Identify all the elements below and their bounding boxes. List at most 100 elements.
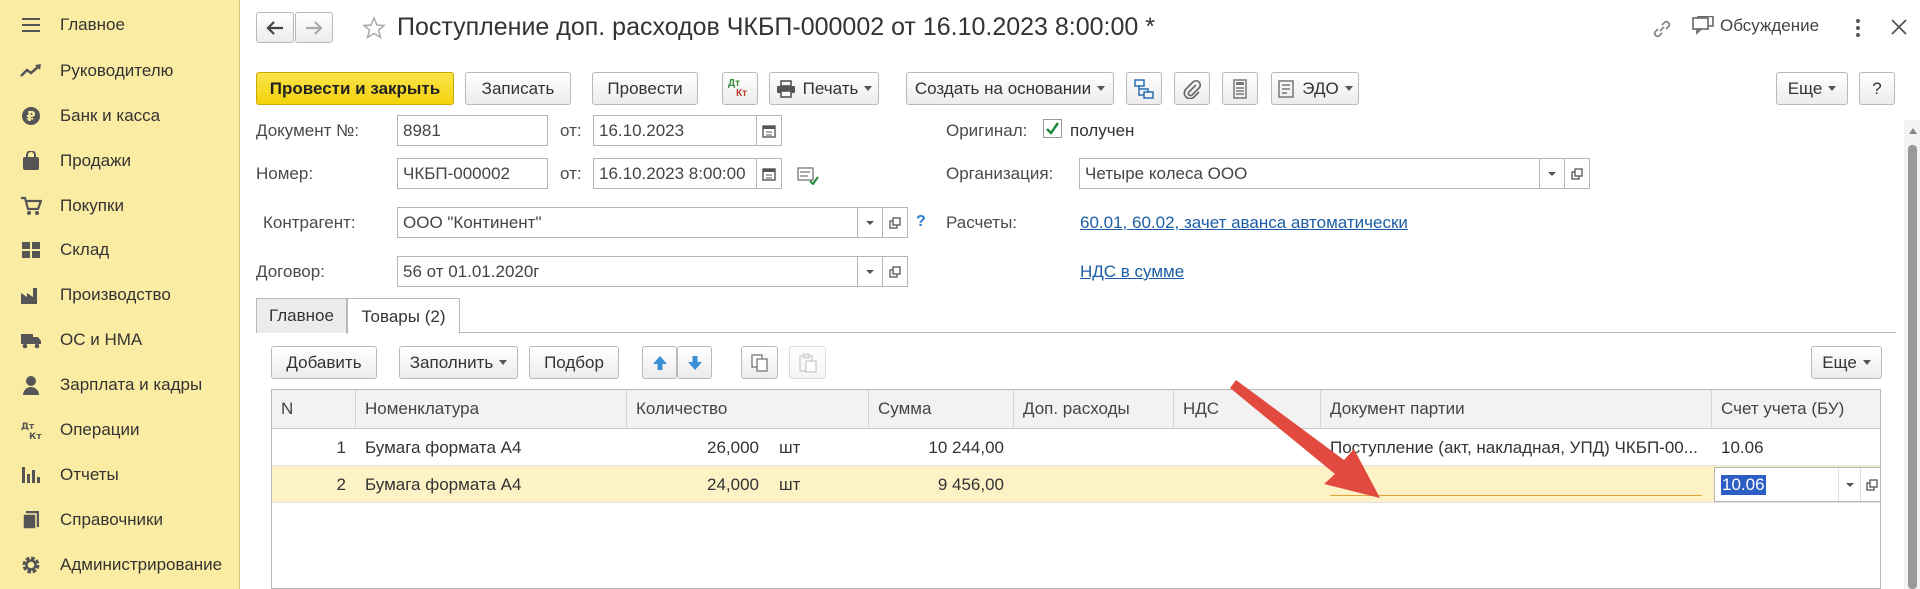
doc-date-field[interactable]: 16.10.2023 <box>593 115 757 146</box>
counterparty-dropdown-button[interactable] <box>857 207 883 238</box>
calendar-icon <box>762 124 776 138</box>
sidebar-item-purchases[interactable]: Покупки <box>0 183 240 228</box>
column-header-quantity[interactable]: Количество <box>627 390 869 429</box>
sidebar-item-label: Администрирование <box>60 554 223 574</box>
print-button[interactable]: Печать <box>769 72 879 105</box>
edo-icon <box>1278 79 1295 98</box>
scroll-up-arrow-icon[interactable] <box>1909 128 1917 134</box>
account-open-button[interactable] <box>1860 468 1880 501</box>
settlements-link[interactable]: 60.01, 60.02, зачет аванса автоматически <box>1080 213 1408 233</box>
paste-rows-button[interactable] <box>789 346 826 379</box>
sidebar-item-admin[interactable]: Администрирование <box>0 542 240 587</box>
post-button[interactable]: Провести <box>592 72 698 105</box>
table-more-button[interactable]: Еще <box>1811 346 1882 379</box>
row-account[interactable]: 10.06 <box>1721 429 1871 466</box>
vertical-scrollbar[interactable] <box>1904 120 1920 589</box>
sidebar-item-operations[interactable]: Дт Кт Операции <box>0 407 240 452</box>
table-row[interactable]: 1 Бумага формата А4 26,000 шт 10 244,00 … <box>272 429 1880 466</box>
sidebar-item-label: Отчеты <box>60 464 119 484</box>
copy-rows-button[interactable] <box>741 346 778 379</box>
sidebar-item-fixed-assets[interactable]: ОС и НМА <box>0 317 240 362</box>
row-extra-costs[interactable] <box>1014 466 1174 503</box>
tab-main[interactable]: Главное <box>256 298 347 333</box>
number-date-field[interactable]: 16.10.2023 8:00:00 <box>593 158 757 189</box>
contract-dropdown-button[interactable] <box>857 256 883 287</box>
organization-field[interactable]: Четыре колеса ООО <box>1079 158 1540 189</box>
structure-button[interactable] <box>1126 72 1162 105</box>
forward-button[interactable] <box>295 12 333 43</box>
post-and-close-button[interactable]: Провести и закрыть <box>256 72 454 105</box>
history-icon[interactable] <box>797 167 819 190</box>
sidebar-item-reports[interactable]: Отчеты <box>0 452 240 497</box>
row-unit[interactable]: шт <box>779 429 859 466</box>
attach-button[interactable] <box>1174 72 1210 105</box>
move-up-button[interactable] <box>642 346 677 379</box>
row-sum[interactable]: 9 456,00 <box>869 466 1004 503</box>
sidebar-item-production[interactable]: Производство <box>0 272 240 317</box>
calculator-button[interactable] <box>1222 72 1258 105</box>
row-sum[interactable]: 10 244,00 <box>869 429 1004 466</box>
table-row-selected[interactable]: 2 Бумага формата А4 24,000 шт 9 456,00 1… <box>272 466 1880 503</box>
counterparty-field[interactable]: ООО "Континент" <box>397 207 858 238</box>
sidebar-item-warehouse[interactable]: Склад <box>0 227 240 272</box>
fill-label: Заполнить <box>409 352 494 372</box>
sidebar-item-bank[interactable]: ₽ Банк и касса <box>0 93 240 138</box>
counterparty-open-button[interactable] <box>882 207 908 238</box>
organization-open-button[interactable] <box>1564 158 1590 189</box>
close-icon[interactable] <box>1890 18 1908 41</box>
edo-button[interactable]: ЭДО <box>1271 72 1359 105</box>
tab-goods[interactable]: Товары (2) <box>347 298 460 334</box>
doc-number-field[interactable]: 8981 <box>397 115 548 146</box>
account-dropdown-button[interactable] <box>1838 468 1860 501</box>
column-header-sum[interactable]: Сумма <box>869 390 1014 429</box>
number-field[interactable]: ЧКБП-000002 <box>397 158 548 189</box>
back-button[interactable] <box>256 12 294 43</box>
select-items-button[interactable]: Подбор <box>529 346 619 379</box>
row-unit[interactable]: шт <box>779 466 859 503</box>
contract-field[interactable]: 56 от 01.01.2020г <box>397 256 858 287</box>
discussion-button[interactable]: Обсуждение <box>1692 16 1819 36</box>
doc-date-calendar-button[interactable] <box>756 115 782 146</box>
fill-button[interactable]: Заполнить <box>399 346 518 379</box>
row-item[interactable]: Бумага формата А4 <box>365 429 620 466</box>
sidebar-item-manager[interactable]: Руководителю <box>0 48 240 93</box>
organization-dropdown-button[interactable] <box>1539 158 1565 189</box>
more-button[interactable]: Еще <box>1776 72 1848 105</box>
number-date-calendar-button[interactable] <box>756 158 782 189</box>
column-header-item[interactable]: Номенклатура <box>356 390 627 429</box>
column-header-extra-costs[interactable]: Доп. расходы <box>1014 390 1174 429</box>
sidebar-item-main[interactable]: Главное <box>0 2 240 47</box>
account-editor[interactable]: 10.06 <box>1714 467 1880 502</box>
account-editor-value[interactable]: 10.06 <box>1721 475 1766 495</box>
sidebar-item-salary[interactable]: Зарплата и кадры <box>0 362 240 407</box>
organization-label: Организация: <box>946 164 1054 183</box>
column-header-n[interactable]: N <box>272 390 356 429</box>
vat-link[interactable]: НДС в сумме <box>1080 262 1184 282</box>
create-based-on-button[interactable]: Создать на основании <box>906 72 1114 105</box>
link-icon[interactable] <box>1651 18 1673 45</box>
contract-label: Договор: <box>256 262 325 281</box>
more-vertical-icon[interactable] <box>1854 17 1862 44</box>
scrollbar-thumb[interactable] <box>1908 145 1917 589</box>
column-header-account[interactable]: Счет учета (БУ) <box>1712 390 1880 429</box>
row-quantity[interactable]: 24,000 <box>627 466 759 503</box>
trend-icon <box>20 60 42 82</box>
sidebar-item-label: Склад <box>60 239 110 259</box>
row-item[interactable]: Бумага формата А4 <box>365 466 620 503</box>
row-extra-costs[interactable] <box>1014 429 1174 466</box>
row-quantity[interactable]: 26,000 <box>627 429 759 466</box>
dt-kt-button[interactable]: Дт Кт <box>722 72 758 105</box>
save-button[interactable]: Записать <box>465 72 571 105</box>
chat-icon <box>1692 16 1714 35</box>
sidebar-item-references[interactable]: Справочники <box>0 497 240 542</box>
move-down-button[interactable] <box>677 346 712 379</box>
counterparty-help-icon[interactable]: ? <box>916 213 926 231</box>
help-button[interactable]: ? <box>1859 72 1895 105</box>
copy-icon <box>750 353 768 372</box>
add-row-button[interactable]: Добавить <box>271 346 377 379</box>
original-checkbox[interactable] <box>1043 119 1062 138</box>
favorite-star-icon[interactable] <box>362 16 386 45</box>
factory-icon <box>20 284 42 306</box>
sidebar-item-sales[interactable]: Продажи <box>0 138 240 183</box>
contract-open-button[interactable] <box>882 256 908 287</box>
